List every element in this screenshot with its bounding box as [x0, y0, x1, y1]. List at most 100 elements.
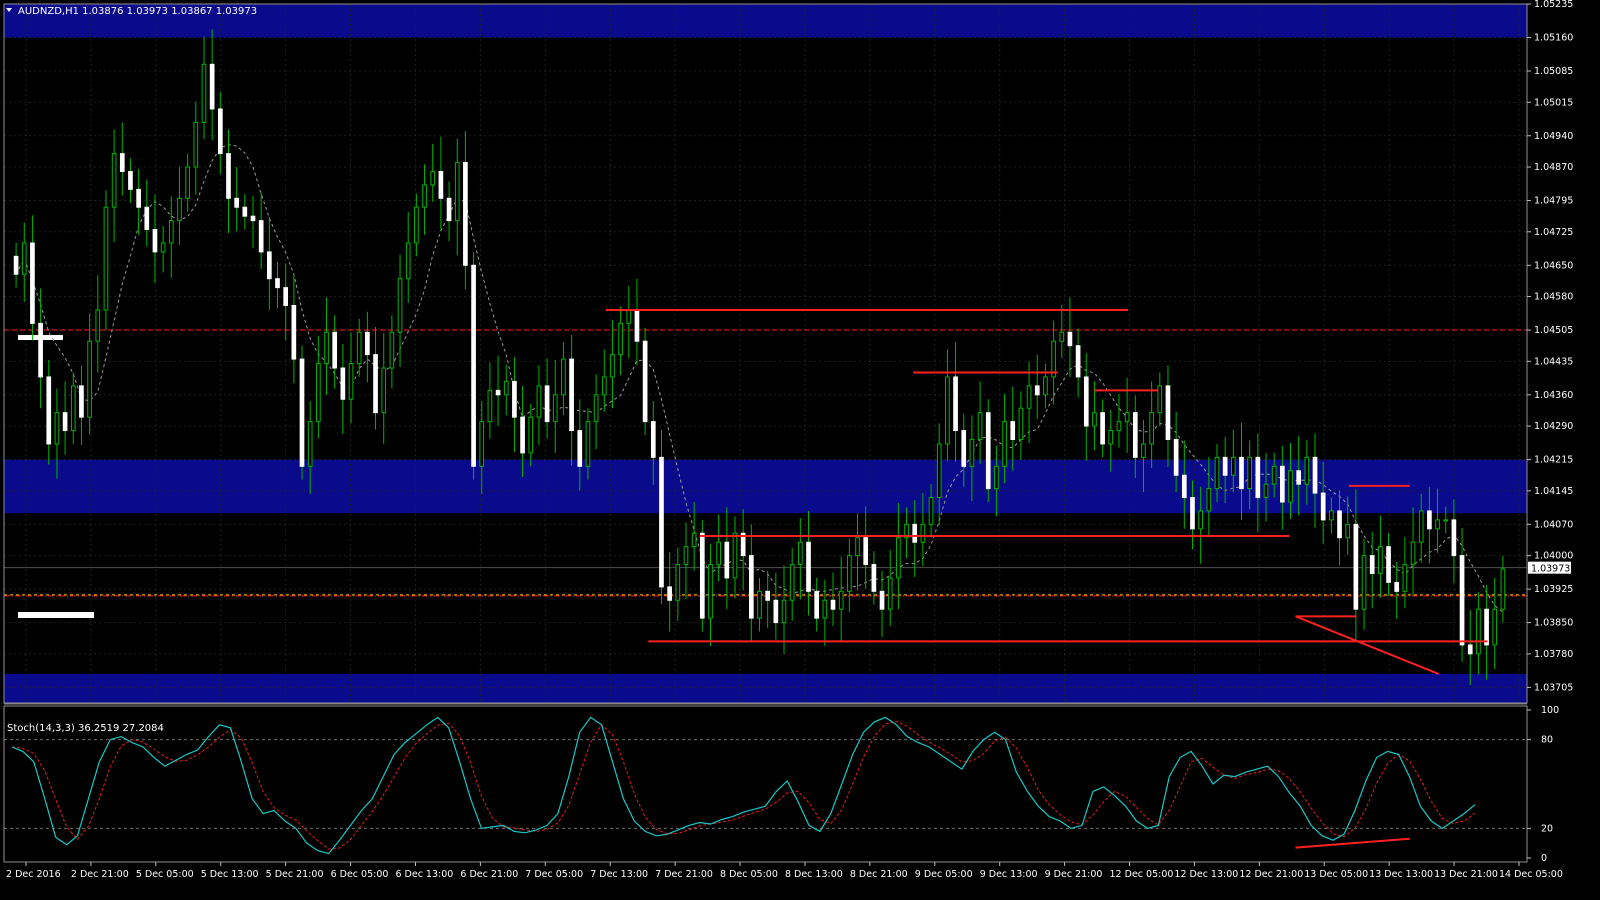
x-tick-label-13: 8 Dec 21:00 [850, 869, 908, 880]
candle-99 [822, 599, 828, 619]
candle-79 [659, 456, 664, 588]
candle-142 [1173, 438, 1179, 476]
trendline-7[interactable] [1295, 615, 1440, 675]
candle-138 [1141, 443, 1146, 458]
candle-160 [1320, 492, 1326, 521]
candle-15 [136, 188, 141, 208]
candle-161 [1329, 510, 1334, 521]
candle-57 [479, 421, 485, 467]
chart-window[interactable]: 1.05235 1.05160 1.05085 1.05015 1.04940 1.048… [0, 0, 1600, 900]
candle-88 [732, 532, 738, 579]
y-tick-label-21: 1.03705 [1534, 682, 1573, 693]
candle-107 [887, 577, 893, 610]
candle-62 [520, 416, 525, 454]
candle-86 [716, 541, 721, 566]
stochastic-panel[interactable] [4, 703, 1527, 855]
candle-26 [226, 153, 231, 199]
candle-124 [1026, 385, 1032, 409]
candle-84 [699, 532, 705, 619]
candle-75 [626, 309, 632, 324]
candle-65 [544, 385, 550, 423]
candle-110 [912, 523, 918, 543]
candle-72 [601, 376, 607, 396]
stoch-tick-label-2: 20 [1541, 823, 1553, 834]
candle-36 [307, 421, 313, 467]
y-tick-label-9: 1.04580 [1534, 292, 1573, 303]
x-tick-label-17: 12 Dec 05:00 [1110, 869, 1174, 880]
y-tick-label-13: 1.04290 [1534, 421, 1573, 432]
candle-158 [1304, 456, 1310, 485]
candle-134 [1108, 430, 1114, 445]
stoch-divergence-line[interactable] [1295, 837, 1410, 849]
candle-59 [495, 389, 501, 396]
candle-97 [806, 541, 811, 592]
candle-155 [1280, 465, 1285, 503]
candle-49 [414, 206, 419, 244]
candle-156 [1288, 470, 1293, 503]
candle-33 [283, 287, 289, 306]
candle-140 [1157, 385, 1163, 414]
candle-126 [1043, 376, 1048, 396]
time-axis[interactable]: 2 Dec 2016 2 Dec 21:00 5 Dec 05:00 5 Dec 13… [6, 862, 1563, 880]
candle-5 [54, 412, 60, 445]
candle-176 [1451, 519, 1457, 557]
candle-29 [250, 215, 256, 222]
candle-58 [487, 389, 493, 423]
zone-2 [4, 673, 1527, 703]
candle-50 [422, 184, 427, 208]
candle-145 [1198, 510, 1203, 530]
candle-43 [365, 331, 370, 356]
candle-181 [1492, 608, 1498, 646]
x-tick-label-10: 7 Dec 21:00 [655, 869, 713, 880]
candle-53 [446, 197, 452, 222]
y-tick-label-1: 1.05160 [1534, 32, 1573, 43]
candle-153 [1263, 483, 1269, 499]
candle-91 [757, 590, 762, 619]
candle-13 [119, 153, 125, 172]
candle-25 [217, 108, 223, 155]
candle-136 [1124, 412, 1130, 423]
candle-157 [1296, 470, 1302, 485]
candle-108 [896, 537, 901, 579]
y-tick-label-12: 1.04360 [1534, 390, 1573, 401]
candle-133 [1100, 412, 1105, 445]
candle-70 [585, 421, 591, 467]
ma-line [15, 144, 1504, 613]
candle-9 [87, 340, 92, 418]
price-chart[interactable]: 1.05235 1.05160 1.05085 1.05015 1.04940 1.048… [0, 0, 1600, 900]
candle-179 [1476, 608, 1481, 655]
candle-44 [373, 354, 378, 414]
candle-19 [168, 220, 174, 244]
candle-150 [1239, 456, 1244, 490]
candle-21 [185, 166, 190, 199]
candle-80 [667, 586, 672, 601]
price-axis[interactable]: 1.05235 1.05160 1.05085 1.05015 1.04940 1.048… [1527, 0, 1573, 864]
candle-165 [1361, 555, 1367, 610]
candle-14 [128, 170, 133, 190]
candle-116 [961, 430, 967, 467]
y-tick-label-17: 1.04000 [1534, 551, 1573, 562]
candle-170 [1402, 564, 1408, 592]
candle-154 [1271, 465, 1277, 485]
candle-163 [1345, 523, 1351, 539]
candle-148 [1222, 456, 1228, 476]
x-tick-label-1: 2 Dec 21:00 [71, 869, 129, 880]
candle-131 [1083, 376, 1089, 427]
candle-0 [13, 255, 19, 275]
candle-128 [1059, 331, 1065, 342]
candle-31 [266, 251, 272, 280]
candle-120 [994, 465, 999, 490]
candle-135 [1116, 421, 1122, 432]
candle-119 [985, 412, 991, 490]
candle-82 [683, 546, 689, 566]
candle-162 [1337, 510, 1342, 539]
candle-67 [561, 358, 566, 396]
current-price-label: 1.03973 [1531, 564, 1570, 575]
moving-average [15, 144, 1504, 613]
candle-6 [62, 412, 68, 432]
x-tick-label-5: 6 Dec 05:00 [331, 869, 389, 880]
x-tick-label-7: 6 Dec 21:00 [460, 869, 518, 880]
candle-90 [748, 555, 754, 619]
x-tick-label-16: 9 Dec 21:00 [1045, 869, 1103, 880]
stoch-signal-line [11, 720, 1476, 850]
